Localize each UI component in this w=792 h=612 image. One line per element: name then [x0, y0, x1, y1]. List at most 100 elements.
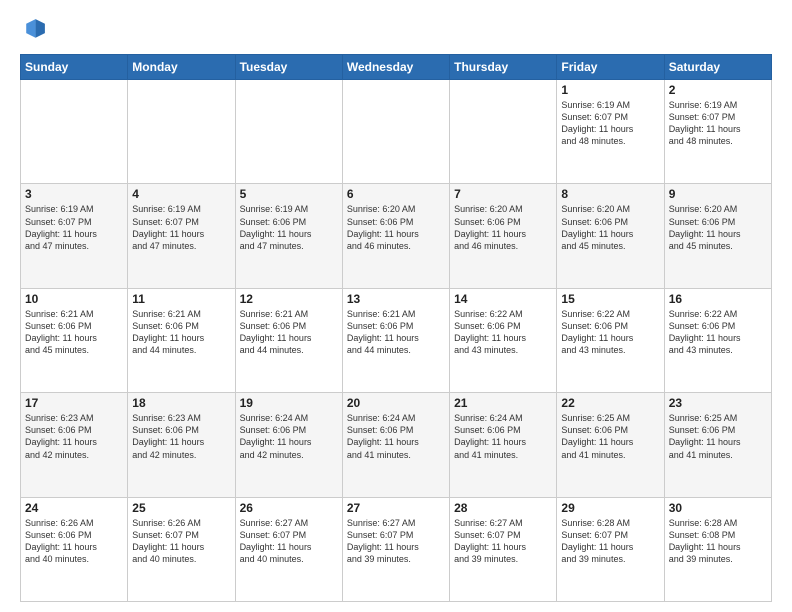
day-info: Sunrise: 6:22 AMSunset: 6:06 PMDaylight:… [454, 308, 552, 357]
day-info: Sunrise: 6:24 AMSunset: 6:06 PMDaylight:… [240, 412, 338, 461]
day-number: 17 [25, 396, 123, 410]
day-cell: 24 Sunrise: 6:26 AMSunset: 6:06 PMDayligh… [21, 497, 128, 601]
week-row-3: 10 Sunrise: 6:21 AMSunset: 6:06 PMDayligh… [21, 288, 772, 392]
calendar-table: SundayMondayTuesdayWednesdayThursdayFrid… [20, 54, 772, 602]
day-cell: 12 Sunrise: 6:21 AMSunset: 6:06 PMDayligh… [235, 288, 342, 392]
day-cell: 20 Sunrise: 6:24 AMSunset: 6:06 PMDayligh… [342, 393, 449, 497]
day-number: 22 [561, 396, 659, 410]
day-cell: 11Sunrise: 6:21 AMSunset: 6:06 PMDayligh… [128, 288, 235, 392]
day-number: 27 [347, 501, 445, 515]
day-info: Sunrise: 6:26 AMSunset: 6:07 PMDaylight:… [132, 517, 230, 566]
day-info: Sunrise: 6:21 AMSunset: 6:06 PMDaylight:… [347, 308, 445, 357]
day-cell: 19 Sunrise: 6:24 AMSunset: 6:06 PMDayligh… [235, 393, 342, 497]
day-number: 20 [347, 396, 445, 410]
header-row: SundayMondayTuesdayWednesdayThursdayFrid… [21, 55, 772, 80]
day-cell: 14Sunrise: 6:22 AMSunset: 6:06 PMDayligh… [450, 288, 557, 392]
day-cell: 2 Sunrise: 6:19 AMSunset: 6:07 PMDaylight… [664, 80, 771, 184]
day-header-friday: Friday [557, 55, 664, 80]
day-number: 29 [561, 501, 659, 515]
day-number: 23 [669, 396, 767, 410]
day-cell: 18 Sunrise: 6:23 AMSunset: 6:06 PMDayligh… [128, 393, 235, 497]
day-info: Sunrise: 6:21 AMSunset: 6:06 PMDaylight:… [25, 308, 123, 357]
day-info: Sunrise: 6:20 AMSunset: 6:06 PMDaylight:… [561, 203, 659, 252]
day-info: Sunrise: 6:22 AMSunset: 6:06 PMDaylight:… [561, 308, 659, 357]
day-info: Sunrise: 6:23 AMSunset: 6:06 PMDaylight:… [132, 412, 230, 461]
day-cell: 17 Sunrise: 6:23 AMSunset: 6:06 PMDayligh… [21, 393, 128, 497]
day-number: 4 [132, 187, 230, 201]
day-cell: 4 Sunrise: 6:19 AMSunset: 6:07 PMDaylight… [128, 184, 235, 288]
day-cell [21, 80, 128, 184]
day-number: 24 [25, 501, 123, 515]
day-number: 16 [669, 292, 767, 306]
day-number: 10 [25, 292, 123, 306]
day-cell: 8 Sunrise: 6:20 AMSunset: 6:06 PMDaylight… [557, 184, 664, 288]
day-number: 13 [347, 292, 445, 306]
day-info: Sunrise: 6:21 AMSunset: 6:06 PMDaylight:… [132, 308, 230, 357]
day-cell [235, 80, 342, 184]
day-number: 2 [669, 83, 767, 97]
day-cell [450, 80, 557, 184]
day-number: 12 [240, 292, 338, 306]
day-info: Sunrise: 6:21 AMSunset: 6:06 PMDaylight:… [240, 308, 338, 357]
day-header-thursday: Thursday [450, 55, 557, 80]
day-header-sunday: Sunday [21, 55, 128, 80]
week-row-2: 3 Sunrise: 6:19 AMSunset: 6:07 PMDaylight… [21, 184, 772, 288]
day-info: Sunrise: 6:19 AMSunset: 6:07 PMDaylight:… [561, 99, 659, 148]
day-cell: 26 Sunrise: 6:27 AMSunset: 6:07 PMDayligh… [235, 497, 342, 601]
day-cell: 7Sunrise: 6:20 AMSunset: 6:06 PMDaylight… [450, 184, 557, 288]
day-number: 30 [669, 501, 767, 515]
day-cell: 22 Sunrise: 6:25 AMSunset: 6:06 PMDayligh… [557, 393, 664, 497]
day-cell: 6Sunrise: 6:20 AMSunset: 6:06 PMDaylight… [342, 184, 449, 288]
day-cell: 29 Sunrise: 6:28 AMSunset: 6:07 PMDayligh… [557, 497, 664, 601]
day-info: Sunrise: 6:20 AMSunset: 6:06 PMDaylight:… [669, 203, 767, 252]
day-info: Sunrise: 6:19 AMSunset: 6:07 PMDaylight:… [669, 99, 767, 148]
day-info: Sunrise: 6:19 AMSunset: 6:07 PMDaylight:… [132, 203, 230, 252]
day-number: 8 [561, 187, 659, 201]
day-number: 19 [240, 396, 338, 410]
logo-icon [20, 16, 48, 44]
day-info: Sunrise: 6:23 AMSunset: 6:06 PMDaylight:… [25, 412, 123, 461]
day-number: 15 [561, 292, 659, 306]
day-header-tuesday: Tuesday [235, 55, 342, 80]
day-info: Sunrise: 6:19 AMSunset: 6:07 PMDaylight:… [25, 203, 123, 252]
week-row-5: 24 Sunrise: 6:26 AMSunset: 6:06 PMDayligh… [21, 497, 772, 601]
day-info: Sunrise: 6:22 AMSunset: 6:06 PMDaylight:… [669, 308, 767, 357]
day-cell [342, 80, 449, 184]
day-info: Sunrise: 6:20 AMSunset: 6:06 PMDaylight:… [347, 203, 445, 252]
day-number: 25 [132, 501, 230, 515]
day-cell: 21 Sunrise: 6:24 AMSunset: 6:06 PMDayligh… [450, 393, 557, 497]
day-info: Sunrise: 6:27 AMSunset: 6:07 PMDaylight:… [240, 517, 338, 566]
day-info: Sunrise: 6:26 AMSunset: 6:06 PMDaylight:… [25, 517, 123, 566]
day-number: 21 [454, 396, 552, 410]
day-cell: 1 Sunrise: 6:19 AMSunset: 6:07 PMDaylight… [557, 80, 664, 184]
day-number: 7 [454, 187, 552, 201]
day-info: Sunrise: 6:25 AMSunset: 6:06 PMDaylight:… [561, 412, 659, 461]
day-number: 18 [132, 396, 230, 410]
day-number: 3 [25, 187, 123, 201]
logo [20, 16, 52, 44]
week-row-1: 1 Sunrise: 6:19 AMSunset: 6:07 PMDaylight… [21, 80, 772, 184]
calendar-header: SundayMondayTuesdayWednesdayThursdayFrid… [21, 55, 772, 80]
day-cell: 10 Sunrise: 6:21 AMSunset: 6:06 PMDayligh… [21, 288, 128, 392]
day-info: Sunrise: 6:24 AMSunset: 6:06 PMDaylight:… [347, 412, 445, 461]
calendar-body: 1 Sunrise: 6:19 AMSunset: 6:07 PMDaylight… [21, 80, 772, 602]
day-header-monday: Monday [128, 55, 235, 80]
header [20, 16, 772, 44]
day-info: Sunrise: 6:28 AMSunset: 6:08 PMDaylight:… [669, 517, 767, 566]
day-number: 26 [240, 501, 338, 515]
day-cell: 25 Sunrise: 6:26 AMSunset: 6:07 PMDayligh… [128, 497, 235, 601]
day-info: Sunrise: 6:28 AMSunset: 6:07 PMDaylight:… [561, 517, 659, 566]
day-info: Sunrise: 6:27 AMSunset: 6:07 PMDaylight:… [347, 517, 445, 566]
day-cell: 3 Sunrise: 6:19 AMSunset: 6:07 PMDaylight… [21, 184, 128, 288]
day-header-wednesday: Wednesday [342, 55, 449, 80]
week-row-4: 17 Sunrise: 6:23 AMSunset: 6:06 PMDayligh… [21, 393, 772, 497]
day-number: 1 [561, 83, 659, 97]
day-cell [128, 80, 235, 184]
day-info: Sunrise: 6:24 AMSunset: 6:06 PMDaylight:… [454, 412, 552, 461]
day-cell: 28 Sunrise: 6:27 AMSunset: 6:07 PMDayligh… [450, 497, 557, 601]
day-info: Sunrise: 6:27 AMSunset: 6:07 PMDaylight:… [454, 517, 552, 566]
day-number: 9 [669, 187, 767, 201]
page: SundayMondayTuesdayWednesdayThursdayFrid… [0, 0, 792, 612]
day-number: 28 [454, 501, 552, 515]
day-cell: 27 Sunrise: 6:27 AMSunset: 6:07 PMDayligh… [342, 497, 449, 601]
